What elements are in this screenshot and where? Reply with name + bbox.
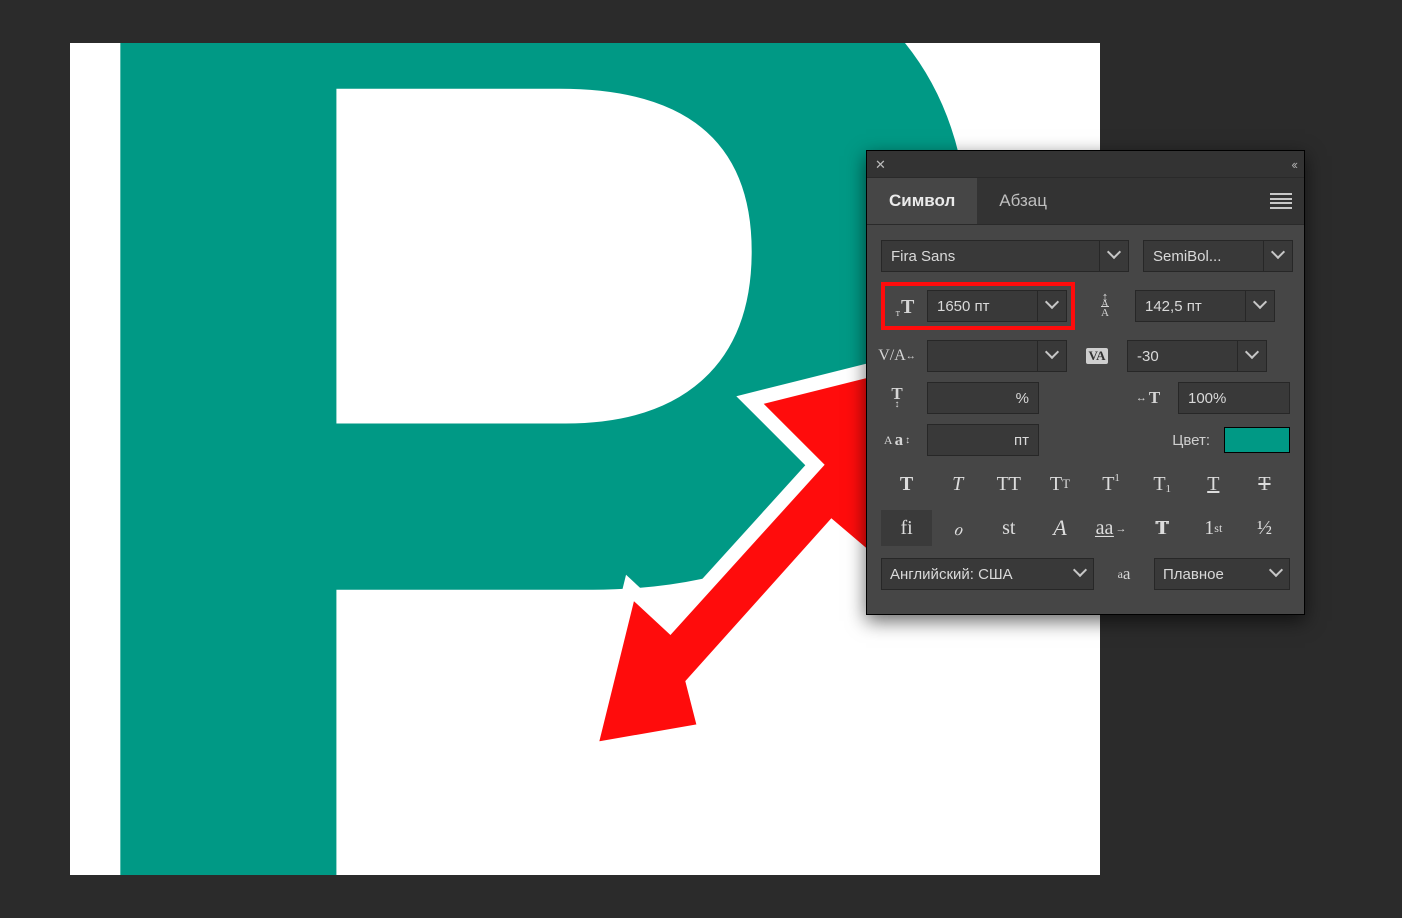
chevron-down-icon <box>1271 569 1281 579</box>
kerning-dropdown[interactable] <box>1037 341 1066 371</box>
small-caps-button[interactable]: TT <box>1034 466 1085 502</box>
stylistic-alternates-button[interactable]: a̲a̲→ <box>1086 510 1137 546</box>
font-style-dropdown[interactable] <box>1263 241 1292 271</box>
font-family-input[interactable] <box>882 241 1099 271</box>
antialias-icon: aa <box>1108 561 1140 587</box>
baseline-shift-input[interactable] <box>928 425 1038 455</box>
faux-italic-button[interactable]: T <box>932 466 983 502</box>
tab-paragraph[interactable]: Абзац <box>977 178 1069 224</box>
leading-input[interactable] <box>1136 291 1245 321</box>
character-panel: ✕ ‹‹ Символ Абзац <box>866 150 1305 615</box>
all-caps-button[interactable]: TT <box>983 466 1034 502</box>
titling-alternates-button[interactable]: T <box>1137 510 1188 546</box>
ordinals-button[interactable]: 1st <box>1188 510 1239 546</box>
panel-menu-button[interactable] <box>1258 178 1304 224</box>
chevron-down-icon <box>1247 351 1257 361</box>
discretionary-ligatures-button[interactable]: st <box>983 510 1034 546</box>
antialias-value: Плавное <box>1163 566 1224 583</box>
kerning-icon: V/A↔ <box>881 343 913 369</box>
strikethrough-button[interactable]: T <box>1239 466 1290 502</box>
superscript-button[interactable]: T1 <box>1086 466 1137 502</box>
opentype-row: fi ℴ st A a̲a̲→ T 1st ½ <box>881 510 1290 546</box>
font-size-input[interactable] <box>928 291 1037 321</box>
antialias-select[interactable]: Плавное <box>1154 558 1290 590</box>
tracking-input[interactable] <box>1128 341 1237 371</box>
type-style-row-1: T T TT TT T1 T1 T T <box>881 466 1290 502</box>
panel-titlebar[interactable]: ✕ ‹‹ <box>867 151 1304 178</box>
tracking-field[interactable] <box>1127 340 1267 372</box>
hamburger-icon <box>1270 193 1292 209</box>
subscript-button[interactable]: T1 <box>1137 466 1188 502</box>
chevron-down-icon <box>1273 251 1283 261</box>
baseline-shift-icon: Aa↕ <box>881 427 913 453</box>
vscale-field[interactable] <box>927 382 1039 414</box>
hscale-input[interactable] <box>1179 383 1289 413</box>
standard-ligatures-button[interactable]: fi <box>881 510 932 546</box>
panel-tabs: Символ Абзац <box>867 178 1304 225</box>
tracking-dropdown[interactable] <box>1237 341 1266 371</box>
chevron-down-icon <box>1075 569 1085 579</box>
faux-bold-button[interactable]: T <box>881 466 932 502</box>
font-style-input[interactable] <box>1144 241 1263 271</box>
leading-dropdown[interactable] <box>1245 291 1274 321</box>
baseline-shift-field[interactable] <box>927 424 1039 456</box>
fractions-button[interactable]: ½ <box>1239 510 1290 546</box>
tracking-icon: VA <box>1081 343 1113 369</box>
swash-button[interactable]: A <box>1034 510 1085 546</box>
text-color-swatch[interactable] <box>1224 427 1290 453</box>
color-label: Цвет: <box>1172 432 1210 449</box>
font-family-dropdown[interactable] <box>1099 241 1128 271</box>
language-select[interactable]: Английский: США <box>881 558 1094 590</box>
close-icon[interactable]: ✕ <box>875 158 886 171</box>
chevron-down-icon <box>1255 301 1265 311</box>
hscale-icon: ↔T <box>1132 385 1164 411</box>
leading-icon: ↕AA <box>1089 293 1121 319</box>
language-value: Английский: США <box>890 566 1013 583</box>
chevron-down-icon <box>1047 301 1057 311</box>
chevron-down-icon <box>1109 251 1119 261</box>
leading-field[interactable] <box>1135 290 1275 322</box>
vscale-input[interactable] <box>928 383 1038 413</box>
font-size-highlight: тT <box>881 282 1075 330</box>
collapse-icon[interactable]: ‹‹ <box>1291 157 1296 172</box>
kerning-input[interactable] <box>928 341 1037 371</box>
font-size-dropdown[interactable] <box>1037 291 1066 321</box>
contextual-alternates-button[interactable]: ℴ <box>932 510 983 546</box>
font-family-field[interactable] <box>881 240 1129 272</box>
underline-button[interactable]: T <box>1188 466 1239 502</box>
font-size-icon: тT <box>889 293 921 319</box>
chevron-down-icon <box>1047 351 1057 361</box>
font-style-field[interactable] <box>1143 240 1293 272</box>
tab-character[interactable]: Символ <box>867 178 977 224</box>
font-size-field[interactable] <box>927 290 1067 322</box>
hscale-field[interactable] <box>1178 382 1290 414</box>
vscale-icon: T↕ <box>881 385 913 411</box>
kerning-field[interactable] <box>927 340 1067 372</box>
